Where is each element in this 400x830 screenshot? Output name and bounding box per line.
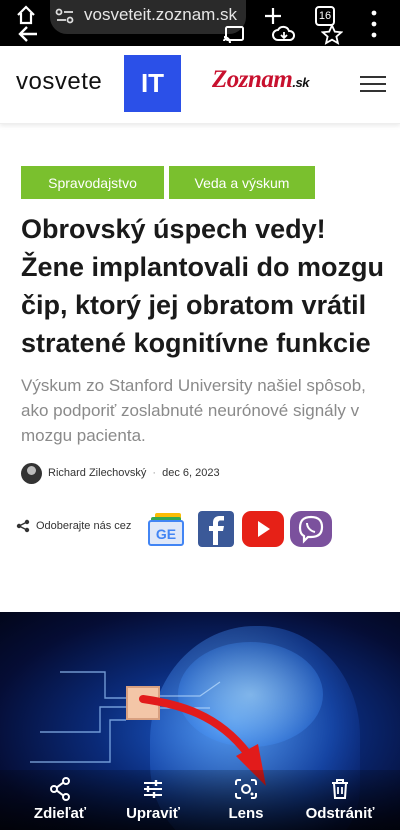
facebook-icon[interactable]: [198, 511, 234, 547]
subscribe-row: Odoberajte nás cez: [16, 519, 131, 533]
home-icon[interactable]: [14, 4, 38, 26]
edit-action[interactable]: Upraviť: [113, 776, 193, 822]
site-logo-box[interactable]: IT: [124, 55, 181, 112]
star-icon[interactable]: [320, 23, 344, 45]
site-header: vosvete IT Zoznam.sk: [0, 46, 400, 124]
subscribe-label: Odoberajte nás cez: [36, 520, 132, 532]
site-settings-icon[interactable]: [54, 6, 76, 26]
menu-icon[interactable]: [360, 76, 386, 94]
youtube-icon[interactable]: [242, 511, 284, 547]
cloud-download-icon[interactable]: [271, 24, 297, 44]
meta-separator: ·: [152, 467, 157, 479]
google-news-text: GE: [156, 526, 176, 542]
lens-action[interactable]: Lens: [206, 776, 286, 822]
edit-icon: [113, 776, 193, 802]
zoznam-logo-suffix: .sk: [292, 75, 309, 90]
share-action[interactable]: Zdieľať: [20, 776, 100, 822]
delete-icon: [300, 776, 380, 802]
tag-spravodajstvo[interactable]: Spravodajstvo: [21, 166, 164, 199]
article-subtitle: Výskum zo Stanford University našiel spô…: [21, 376, 366, 445]
url-text[interactable]: vosveteit.zoznam.sk: [84, 5, 244, 25]
delete-label: Odstrániť: [305, 805, 375, 822]
zoznam-logo-text: Zoznam: [212, 66, 293, 93]
cast-icon[interactable]: [222, 24, 246, 44]
lens-label: Lens: [228, 805, 264, 822]
back-icon[interactable]: [16, 24, 40, 44]
browser-toolbar: vosveteit.zoznam.sk 16: [0, 0, 400, 46]
share-label: Zdieľať: [33, 805, 87, 822]
share-small-icon: [16, 519, 30, 533]
share-icon: [20, 776, 100, 802]
article-meta: Richard Zilechovský · dec 6, 2023: [21, 461, 220, 485]
screen: { "browser": { "url": "vosveteit.zoznam.…: [0, 0, 400, 830]
site-logo-text[interactable]: vosvete: [16, 68, 102, 96]
author-name[interactable]: Richard Zilechovský: [48, 467, 146, 479]
article-date: dec 6, 2023: [162, 467, 220, 479]
google-news-icon[interactable]: GE: [147, 511, 187, 547]
more-icon[interactable]: [366, 4, 382, 44]
tag-veda-a-vyskum[interactable]: Veda a výskum: [169, 166, 315, 199]
article-title: Obrovský úspech vedy! Žene implantovali …: [21, 214, 385, 358]
lens-icon: [206, 776, 286, 802]
viber-icon[interactable]: [290, 511, 332, 547]
zoznam-logo[interactable]: Zoznam.sk: [212, 66, 309, 94]
author-avatar[interactable]: [21, 462, 42, 484]
delete-action[interactable]: Odstrániť: [300, 776, 380, 822]
edit-label: Upraviť: [126, 805, 180, 822]
